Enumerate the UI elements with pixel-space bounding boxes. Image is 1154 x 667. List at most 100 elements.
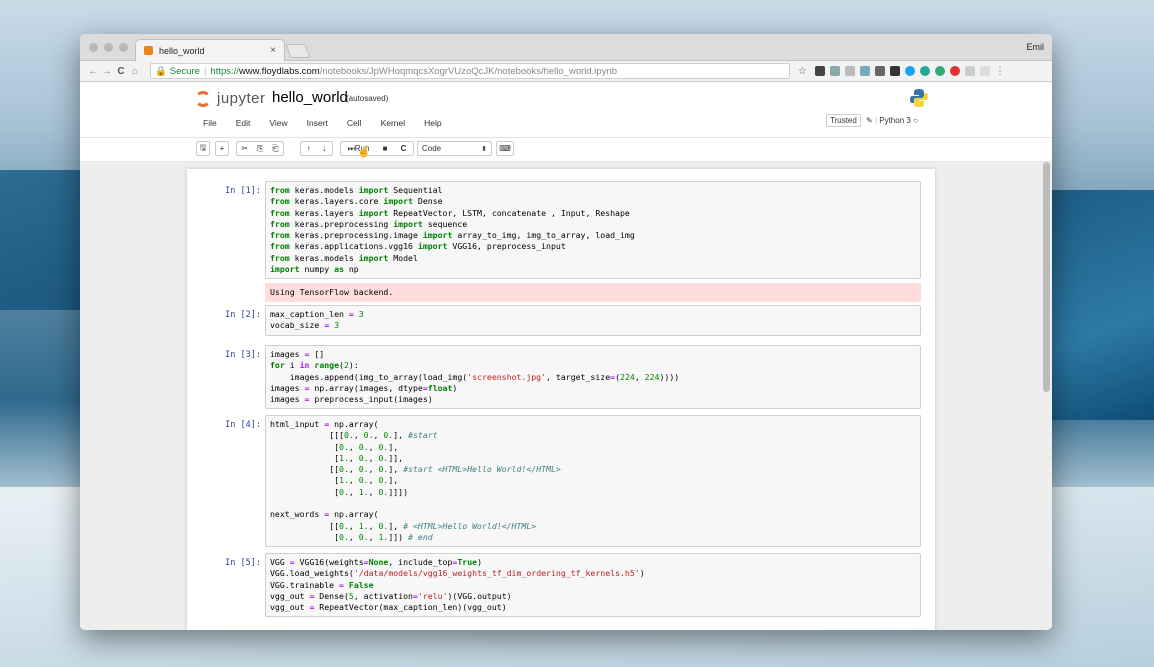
move-down-icon[interactable]: ↓ [322,144,326,153]
code-token: from [270,241,290,252]
menu-insert[interactable]: Insert [299,118,339,128]
menu-kernel[interactable]: Kernel [373,118,417,128]
code-token: ]], [388,452,404,463]
bookmark-star-icon[interactable]: ☆ [798,66,807,77]
reload-icon[interactable]: C [114,66,128,77]
back-icon[interactable]: ← [86,66,100,77]
pencil-icon[interactable]: ✎ [866,116,873,125]
code-line: from keras.preprocessing.image import ar… [270,230,916,241]
code-line: [[0., 0., 0.], #start <HTML>Hello World!… [270,464,916,475]
code-token: html_input [270,419,325,429]
code-token: 0. [378,464,389,475]
code-line: from keras.applications.vgg16 import VGG… [270,241,916,252]
code-token: 0. [339,520,349,531]
kernel-name: Python 3 [879,116,911,125]
scrollbar-thumb[interactable] [1043,162,1050,392]
code-token: 0. [358,452,369,463]
code-token: images.append(img_to_array(load_img( [270,371,468,382]
code-token: None [368,557,389,567]
extension-shield-icon[interactable] [814,66,825,76]
new-tab-button[interactable] [285,44,311,58]
extension-filter-icon[interactable] [889,66,900,76]
input-prompt: In [2]: [225,310,261,320]
code-token: sequence [422,218,468,229]
menu-file[interactable]: File [195,118,228,128]
code-token: ]]) [388,531,409,542]
code-line: from keras.models import Model [270,253,916,264]
forward-icon[interactable]: → [100,66,114,77]
code-token: False [348,579,374,590]
cell-type-select[interactable]: Code ⬍ [417,141,492,156]
home-icon[interactable]: ⌂ [128,66,142,77]
paste-icon[interactable]: ⎗ [272,144,278,154]
menu-cell[interactable]: Cell [339,118,373,128]
minimize-window-icon[interactable] [104,43,113,52]
browser-menu-icon[interactable]: ⋮ [995,66,1005,77]
code-line: images = preprocess_input(images) [270,394,916,405]
code-token: True [457,557,478,567]
code-line: for i in range(2): [270,360,916,371]
extension-cookie-icon[interactable] [829,66,840,76]
extension-box-icon[interactable] [979,66,990,76]
code-token: Dense [412,196,443,207]
menu-edit[interactable]: Edit [228,118,262,128]
restart-icon[interactable]: C [401,144,407,153]
background-water-left [0,170,80,310]
menu-help[interactable]: Help [416,118,452,128]
trusted-badge[interactable]: Trusted [826,114,861,127]
add-cell-icon[interactable]: + [215,141,229,156]
code-editor[interactable]: VGG = VGG16(weights=None, include_top=Tr… [265,553,921,618]
extension-leaf-icon[interactable] [934,66,945,76]
browser-tab[interactable]: hello_world × [135,39,285,61]
code-token: import [358,252,389,263]
lock-icon: 🔒 [155,65,167,77]
tab-close-icon[interactable]: × [270,45,276,56]
copy-icon[interactable]: ⎘ [257,144,263,154]
extension-circle-icon[interactable] [919,66,930,76]
code-editor[interactable]: from keras.models import Sequential from … [265,181,921,280]
code-token: numpy [299,264,335,275]
code-editor[interactable]: images = [] for i in range(2): images.app… [265,345,921,410]
twitter-icon[interactable] [904,66,915,76]
code-token: , [353,430,364,441]
close-window-icon[interactable] [89,43,98,52]
code-token: import [358,207,389,218]
code-token: , [368,441,379,452]
extension-pin-icon[interactable] [859,66,870,76]
profile-name[interactable]: Emil [1027,42,1045,52]
jupyter-logo[interactable]: jupyter [195,90,266,107]
move-button-group: ↑ ↓ [300,141,333,156]
code-token: images [270,382,305,393]
code-token: # <HTML>Hello World!</HTML> [403,520,537,531]
code-editor[interactable]: html_input = np.array( [[[0., 0., 0.], #… [265,415,921,548]
code-token: import [417,241,448,252]
notebook-container: In [1]: from keras.models import Sequenti… [187,169,935,630]
code-editor[interactable]: max_caption_len = 3 vocab_size = 3 [265,305,921,336]
save-icon[interactable]: 🖫 [196,141,210,156]
code-token: ): [348,360,359,371]
opera-icon[interactable] [949,66,960,76]
code-line: [1., 0., 0.]], [270,453,916,464]
code-token: , [348,520,359,531]
extension-lock-icon[interactable] [844,66,855,76]
move-up-icon[interactable]: ↑ [307,144,311,153]
code-token: import [383,196,413,207]
notebook-area[interactable]: In [1]: from keras.models import Sequenti… [80,162,1052,630]
mouse-pointer-icon: ☝ [357,146,371,158]
code-token: 1. [378,531,389,542]
extension-chart-icon[interactable] [874,66,885,76]
code-token: 0. [358,531,369,542]
notebook-name[interactable]: hello_world [272,89,348,106]
keyboard-icon[interactable]: ⌨ [496,141,514,156]
menu-view[interactable]: View [261,118,298,128]
code-line: from keras.layers.core import Dense [270,196,916,207]
stop-icon[interactable]: ■ [383,144,388,153]
extension-page-icon[interactable] [964,66,975,76]
url-field[interactable]: 🔒 Secure | https:// www.floydlabs.com /n… [150,63,790,79]
zoom-window-icon[interactable] [119,43,128,52]
code-token: 0. [339,441,349,452]
cut-icon[interactable]: ✂ [241,144,248,153]
code-line: vgg_out = Dense(5, activation='relu')(VG… [270,591,916,602]
kernel-indicator[interactable]: ✎ | Python 3 ○ [866,116,918,125]
